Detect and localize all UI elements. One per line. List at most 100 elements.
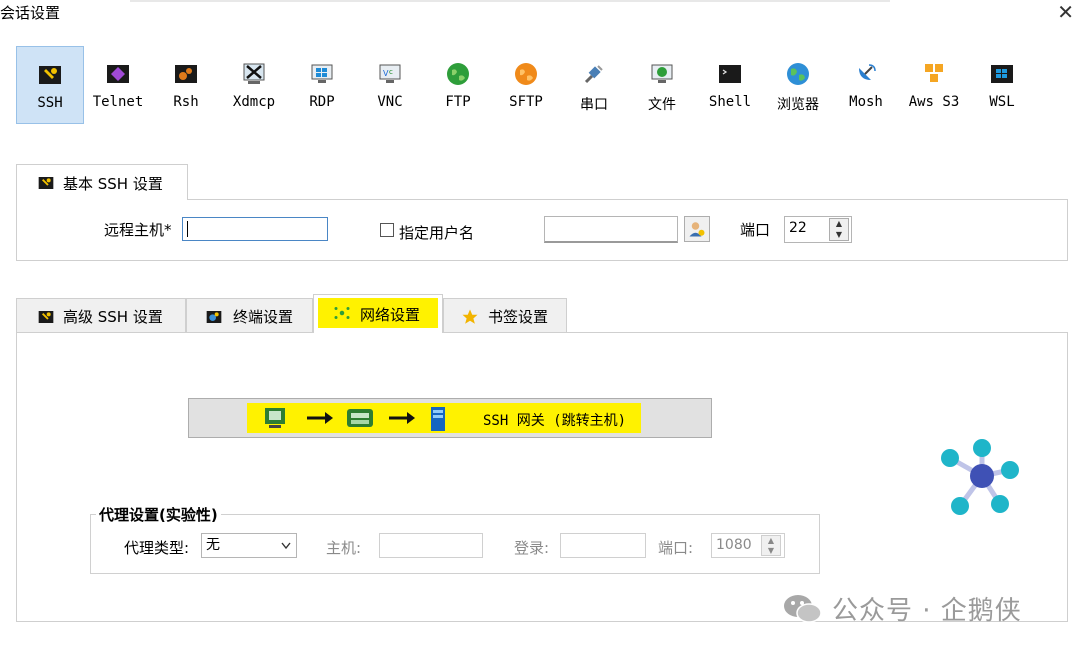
close-icon[interactable]: ✕ [1057, 0, 1074, 24]
ssh-gateway-label: SSH 网关 (跳转主机) [483, 413, 627, 429]
chevron-down-icon [281, 542, 291, 550]
tab-label: 基本 SSH 设置 [63, 175, 163, 193]
proxy-type-select[interactable]: 无 [201, 533, 297, 558]
session-type-label: VNC [377, 94, 403, 110]
session-type-vnc[interactable]: Vc VNC [356, 46, 424, 124]
user-icon [689, 222, 705, 237]
title-bar: 会话设置 ✕ [0, 0, 1080, 28]
sftp-icon [515, 63, 537, 85]
serial-plug-icon [584, 65, 603, 84]
session-type-label: Xdmcp [232, 94, 276, 110]
ssh-gateway-button[interactable]: SSH 网关 (跳转主机) [188, 398, 712, 438]
ftp-globe-icon [447, 63, 469, 85]
specify-username-checkbox[interactable] [380, 223, 394, 237]
stepper-up-icon[interactable]: ▲ [830, 219, 848, 230]
tab-label: 高级 SSH 设置 [63, 308, 163, 326]
session-type-label: 浏览器 [777, 97, 819, 113]
stepper-down-icon[interactable]: ▼ [830, 230, 848, 241]
specify-username-label: 指定用户名 [399, 224, 475, 242]
session-type-label: SSH [37, 95, 63, 111]
session-type-label: Aws S3 [908, 94, 960, 110]
proxy-login-label: 登录: [514, 539, 550, 557]
session-type-browser[interactable]: 浏览器 [764, 46, 832, 124]
network-settings-panel [16, 332, 1068, 622]
proxy-host-input[interactable] [379, 533, 483, 558]
file-monitor-icon [651, 64, 673, 83]
star-icon [462, 309, 478, 324]
user-picker-button[interactable] [684, 216, 710, 242]
remote-host-input[interactable] [182, 217, 328, 241]
session-type-wsl[interactable]: WSL [968, 46, 1036, 124]
tab-network-settings[interactable]: 网络设置 [313, 294, 443, 333]
text-cursor [187, 221, 188, 237]
watermark-text: 公众号 · 企鹅侠 [832, 596, 1022, 626]
basic-ssh-panel [16, 199, 1068, 261]
session-type-label: Shell [708, 94, 752, 110]
tab-label: 书签设置 [488, 308, 549, 326]
tab-basic-ssh-settings[interactable]: 基本 SSH 设置 [16, 164, 188, 200]
tab-bookmark-settings[interactable]: 书签设置 [443, 298, 567, 332]
rdp-monitor-icon [311, 64, 333, 83]
tab-advanced-ssh[interactable]: 高级 SSH 设置 [16, 298, 186, 332]
proxy-type-value: 无 [206, 537, 220, 553]
aws-s3-icon [925, 64, 943, 82]
tab-terminal-settings[interactable]: 终端设置 [186, 298, 313, 332]
windows-icon [991, 65, 1013, 83]
proxy-port-label: 端口: [658, 539, 694, 557]
wrench-icon [38, 311, 54, 323]
tab-label: 网络设置 [360, 306, 421, 324]
proxy-login-input[interactable] [560, 533, 646, 558]
rsh-icon [175, 65, 197, 83]
tab-label: 终端设置 [233, 308, 294, 326]
session-type-file[interactable]: 文件 [628, 46, 696, 124]
session-type-sftp[interactable]: SFTP [492, 46, 560, 124]
session-type-telnet[interactable]: Telnet [84, 46, 152, 124]
xdmcp-icon [243, 63, 265, 84]
session-type-label: SFTP [509, 94, 543, 110]
proxy-host-label: 主机: [326, 539, 362, 557]
session-type-label: Telnet [92, 94, 144, 110]
session-type-label: 串口 [580, 97, 608, 113]
stepper-up-icon[interactable]: ▲ [762, 536, 780, 546]
proxy-settings-title: 代理设置(实验性) [96, 504, 221, 525]
session-type-ssh[interactable]: SSH [16, 46, 84, 124]
session-type-label: FTP [445, 94, 471, 110]
session-type-rdp[interactable]: RDP [288, 46, 356, 124]
remote-host-label: 远程主机* [104, 221, 172, 239]
session-type-serial[interactable]: 串口 [560, 46, 628, 124]
wechat-icon [784, 595, 822, 623]
session-type-label: WSL [989, 94, 1015, 110]
session-type-rsh[interactable]: Rsh [152, 46, 220, 124]
port-value: 22 [789, 220, 807, 236]
telnet-icon [107, 65, 129, 83]
title-bar-divider [130, 0, 890, 2]
wrench-icon [39, 66, 61, 84]
port-label: 端口 [740, 221, 771, 239]
proxy-port-stepper[interactable]: ▲ ▼ [761, 535, 781, 556]
port-stepper[interactable]: ▲ ▼ [829, 218, 849, 241]
svg-text:c: c [389, 68, 393, 76]
network-graph-icon [941, 439, 1019, 515]
proxy-type-label: 代理类型: [124, 539, 190, 557]
vnc-icon: Vc [379, 64, 401, 83]
username-input[interactable] [544, 216, 678, 243]
shell-terminal-icon [719, 65, 741, 83]
satellite-icon [859, 64, 876, 80]
session-type-label: 文件 [648, 97, 676, 113]
session-type-label: Rsh [173, 94, 199, 110]
stepper-down-icon[interactable]: ▼ [762, 546, 780, 556]
session-type-mosh[interactable]: Mosh [832, 46, 900, 124]
session-type-label: RDP [309, 94, 335, 110]
jump-host-diagram-icon [265, 407, 445, 431]
session-type-xdmcp[interactable]: Xdmcp [220, 46, 288, 124]
wrench-icon [38, 177, 54, 189]
network-icon [334, 307, 350, 319]
session-type-shell[interactable]: Shell [696, 46, 764, 124]
proxy-port-value: 1080 [716, 537, 752, 553]
window-title: 会话设置 [0, 4, 61, 22]
session-type-aws-s3[interactable]: Aws S3 [900, 46, 968, 124]
browser-globe-icon [787, 63, 809, 85]
session-type-ftp[interactable]: FTP [424, 46, 492, 124]
terminal-settings-icon [206, 311, 222, 323]
session-type-label: Mosh [849, 94, 883, 110]
